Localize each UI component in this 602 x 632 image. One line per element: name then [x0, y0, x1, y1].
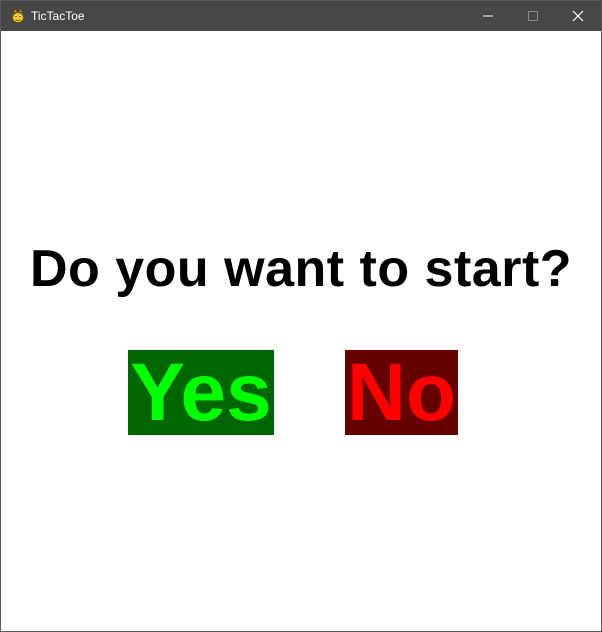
window-title: TicTacToe	[31, 9, 85, 23]
no-button[interactable]: No	[345, 350, 458, 435]
game-canvas: Do you want to start? Yes No	[1, 31, 601, 631]
maximize-icon	[527, 11, 538, 21]
minimize-button[interactable]	[465, 1, 510, 31]
yes-button[interactable]: Yes	[128, 350, 274, 435]
title-bar[interactable]: TicTacToe	[1, 1, 601, 31]
maximize-button[interactable]	[510, 1, 555, 31]
minimize-icon	[482, 15, 493, 17]
app-window: TicTacToe Do you want to start? Yes No	[0, 0, 602, 632]
close-button[interactable]	[555, 1, 600, 31]
close-icon	[572, 10, 583, 22]
app-icon	[12, 8, 24, 23]
start-prompt: Do you want to start?	[29, 240, 573, 298]
